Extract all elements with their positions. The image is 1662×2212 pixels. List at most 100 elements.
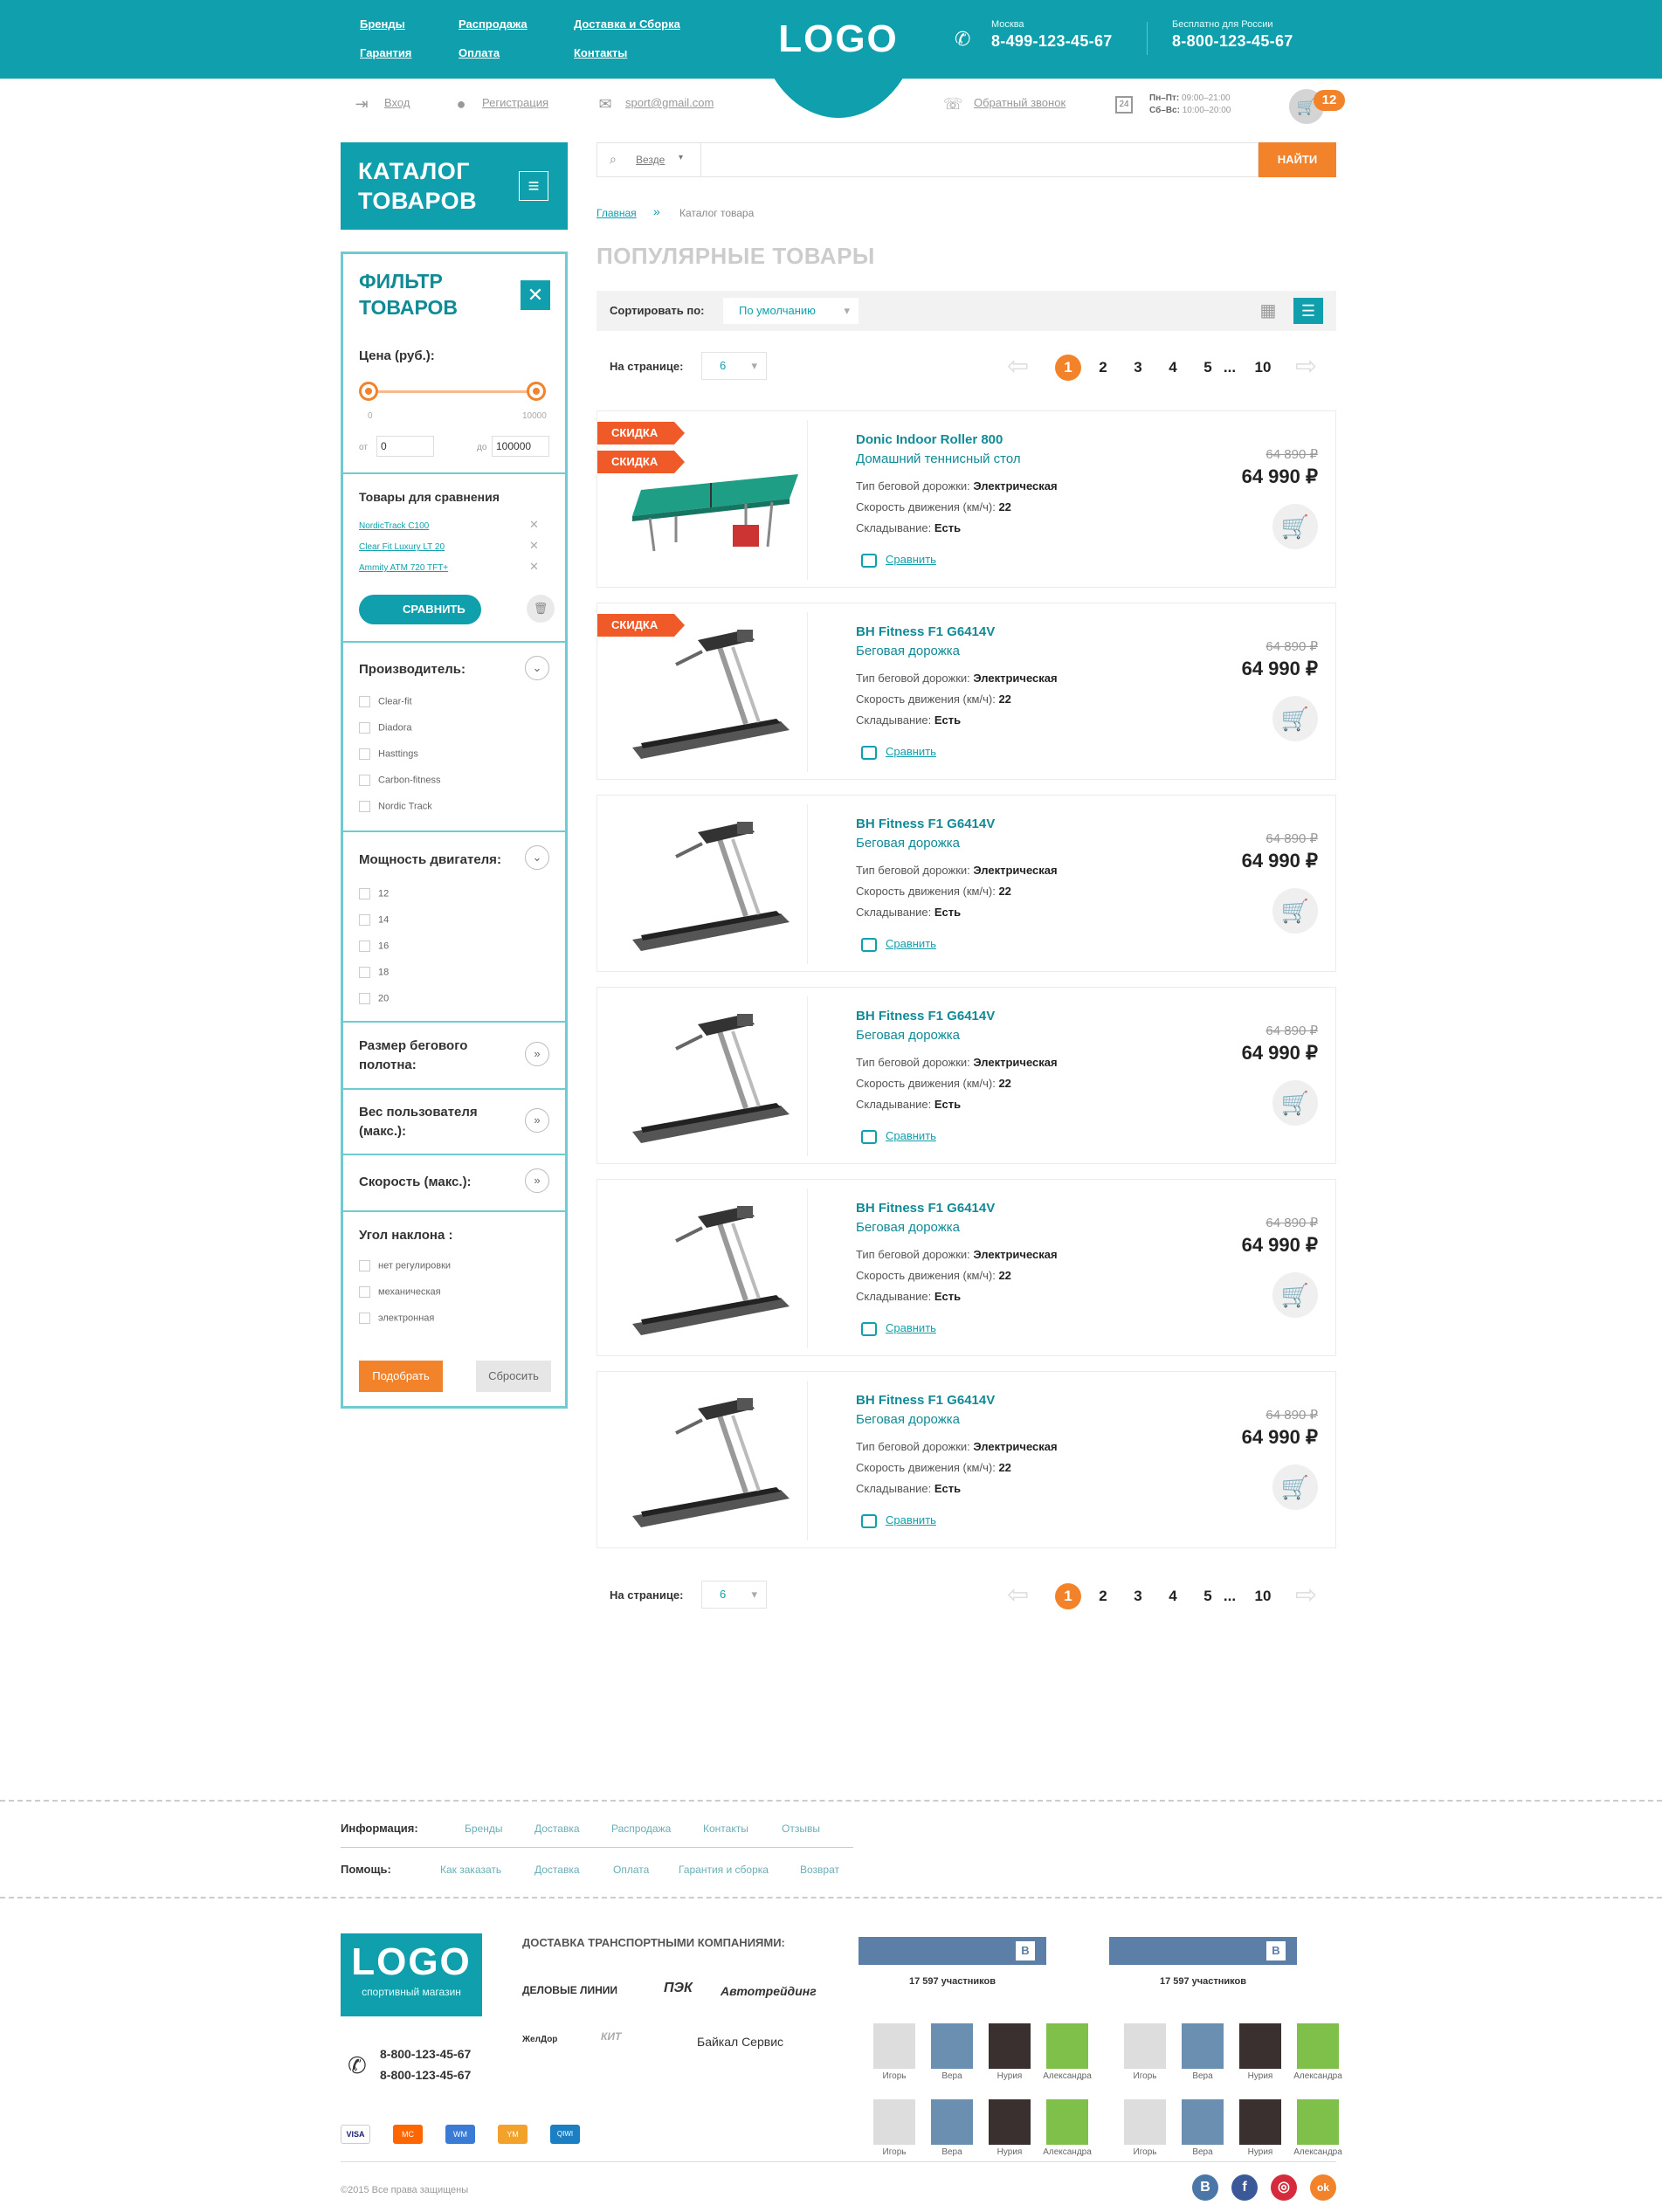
remove-icon[interactable]: ✕ <box>529 560 539 574</box>
arrow-left-icon[interactable]: ⇦ <box>1007 354 1029 380</box>
vk-social-icon[interactable]: B <box>1192 2174 1218 2201</box>
login-link[interactable]: Вход <box>384 96 410 109</box>
vk-member-avatar[interactable] <box>989 2023 1031 2069</box>
footer-link[interactable]: Доставка <box>534 1823 580 1835</box>
checkbox-incline[interactable]: электронная <box>359 1313 434 1324</box>
price-min-handle[interactable] <box>359 382 378 401</box>
page-2[interactable]: 2 <box>1090 1583 1116 1609</box>
chevron-down-icon[interactable]: ⌄ <box>525 845 549 870</box>
product-card[interactable]: BH Fitness F1 G6414V Беговая дорожка Тип… <box>597 1179 1336 1356</box>
page-1[interactable]: 1 <box>1055 355 1081 381</box>
per-page-select[interactable]: 6 ▾ <box>701 1581 767 1609</box>
sort-select[interactable]: По умолчанию ▾ <box>723 298 859 324</box>
checkbox-incline[interactable]: механическая <box>359 1286 441 1298</box>
reset-button[interactable]: Сбросить <box>476 1361 551 1392</box>
vk-member-avatar[interactable] <box>1297 2099 1339 2145</box>
footer-link[interactable]: Как заказать <box>440 1864 501 1876</box>
compare-link[interactable]: Сравнить <box>861 1321 936 1336</box>
nav-payment[interactable]: Оплата <box>459 46 500 59</box>
nav-warranty[interactable]: Гарантия <box>360 46 411 59</box>
basket-icon[interactable]: 🛒 <box>1272 696 1318 741</box>
arrow-left-icon[interactable]: ⇦ <box>1007 1582 1029 1609</box>
list-view-icon[interactable]: ☰ <box>1293 298 1323 324</box>
page-3[interactable]: 3 <box>1125 355 1151 381</box>
checkbox-power[interactable]: 20 <box>359 993 389 1004</box>
apply-button[interactable]: Подобрать <box>359 1361 443 1392</box>
product-card[interactable]: СКИДКА BH Fitness F1 G6414V Беговая доро… <box>597 603 1336 780</box>
compare-item[interactable]: NordicTrack C100 <box>359 521 429 531</box>
checkbox-manufacturer[interactable]: Hasttings <box>359 748 418 760</box>
product-title[interactable]: Donic Indoor Roller 800 <box>856 432 1003 447</box>
product-title[interactable]: BH Fitness F1 G6414V <box>856 817 995 831</box>
per-page-select[interactable]: 6 ▾ <box>701 352 767 380</box>
checkbox-power[interactable]: 14 <box>359 914 389 926</box>
nav-delivery[interactable]: Доставка и Сборка <box>574 17 680 31</box>
product-title[interactable]: BH Fitness F1 G6414V <box>856 1393 995 1408</box>
basket-icon[interactable]: 🛒 <box>1272 504 1318 549</box>
footer-link[interactable]: Возврат <box>800 1864 839 1876</box>
vk-member-avatar[interactable] <box>1182 2099 1224 2145</box>
price-from-input[interactable]: 0 <box>376 436 434 457</box>
checkbox-manufacturer[interactable]: Nordic Track <box>359 801 432 812</box>
checkbox-power[interactable]: 18 <box>359 967 389 978</box>
instagram-icon[interactable]: ◎ <box>1271 2174 1297 2201</box>
phone-russia[interactable]: Бесплатно для России 8-800-123-45-67 <box>1172 19 1293 51</box>
checkbox-manufacturer[interactable]: Clear-fit <box>359 696 412 707</box>
vk-member-avatar[interactable] <box>1046 2099 1088 2145</box>
product-title[interactable]: BH Fitness F1 G6414V <box>856 1201 995 1216</box>
vk-member-avatar[interactable] <box>873 2023 915 2069</box>
product-title[interactable]: BH Fitness F1 G6414V <box>856 1009 995 1023</box>
compare-item[interactable]: Clear Fit Luxury LT 20 <box>359 542 445 552</box>
footer-link[interactable]: Распродажа <box>611 1823 671 1835</box>
page-4[interactable]: 4 <box>1160 355 1186 381</box>
compare-link[interactable]: Сравнить <box>861 937 936 952</box>
vk-member-avatar[interactable] <box>1239 2099 1281 2145</box>
compare-button[interactable]: СРАВНИТЬ <box>359 595 481 624</box>
price-to-input[interactable]: 100000 <box>492 436 549 457</box>
footer-link[interactable]: Гарантия и сборка <box>679 1864 769 1876</box>
page-2[interactable]: 2 <box>1090 355 1116 381</box>
nav-contacts[interactable]: Контакты <box>574 46 627 59</box>
footer-link[interactable]: Оплата <box>613 1864 649 1876</box>
product-card[interactable]: BH Fitness F1 G6414V Беговая дорожка Тип… <box>597 987 1336 1164</box>
chevron-right-icon[interactable]: » <box>525 1108 549 1133</box>
vk-member-avatar[interactable] <box>1297 2023 1339 2069</box>
nav-sale[interactable]: Распродажа <box>459 17 528 31</box>
vk-member-avatar[interactable] <box>931 2099 973 2145</box>
menu-icon[interactable]: ≡ <box>519 171 548 201</box>
breadcrumb-home[interactable]: Главная <box>597 207 637 219</box>
email-link[interactable]: sport@gmail.com <box>625 96 714 109</box>
chevron-right-icon[interactable]: » <box>525 1042 549 1066</box>
page-4[interactable]: 4 <box>1160 1583 1186 1609</box>
compare-link[interactable]: Сравнить <box>861 745 936 760</box>
vk-member-avatar[interactable] <box>931 2023 973 2069</box>
footer-link[interactable]: Бренды <box>465 1823 502 1835</box>
chevron-down-icon[interactable]: ⌄ <box>525 656 549 680</box>
product-card[interactable]: BH Fitness F1 G6414V Беговая дорожка Тип… <box>597 795 1336 972</box>
product-card[interactable]: СКИДКА СКИДКА Donic Indoor Roller 800 До… <box>597 410 1336 588</box>
arrow-right-icon[interactable]: ⇨ <box>1295 1582 1317 1609</box>
vk-member-avatar[interactable] <box>1124 2023 1166 2069</box>
phone-moscow[interactable]: Москва 8-499-123-45-67 <box>991 19 1113 51</box>
basket-icon[interactable]: 🛒 <box>1272 1464 1318 1510</box>
callback-link[interactable]: Обратный звонок <box>974 96 1065 109</box>
footer-link[interactable]: Контакты <box>703 1823 748 1835</box>
page-10[interactable]: 10 <box>1250 355 1276 381</box>
basket-icon[interactable]: 🛒 <box>1272 1080 1318 1126</box>
vk-member-avatar[interactable] <box>873 2099 915 2145</box>
page-1[interactable]: 1 <box>1055 1583 1081 1609</box>
vk-member-avatar[interactable] <box>1124 2099 1166 2145</box>
checkbox-manufacturer[interactable]: Carbon-fitness <box>359 775 441 786</box>
facebook-icon[interactable]: f <box>1231 2174 1258 2201</box>
remove-icon[interactable]: ✕ <box>529 539 539 553</box>
vk-member-avatar[interactable] <box>1046 2023 1088 2069</box>
checkbox-power[interactable]: 12 <box>359 888 389 899</box>
catalog-menu[interactable]: КАТАЛОГ ТОВАРОВ ≡ <box>341 142 568 230</box>
compare-item[interactable]: Ammity ATM 720 TFT+ <box>359 563 448 573</box>
page-10[interactable]: 10 <box>1250 1583 1276 1609</box>
compare-link[interactable]: Сравнить <box>861 1129 936 1144</box>
checkbox-power[interactable]: 16 <box>359 941 389 952</box>
product-card[interactable]: BH Fitness F1 G6414V Беговая дорожка Тип… <box>597 1371 1336 1548</box>
vk-member-avatar[interactable] <box>989 2099 1031 2145</box>
footer-link[interactable]: Отзывы <box>782 1823 820 1835</box>
